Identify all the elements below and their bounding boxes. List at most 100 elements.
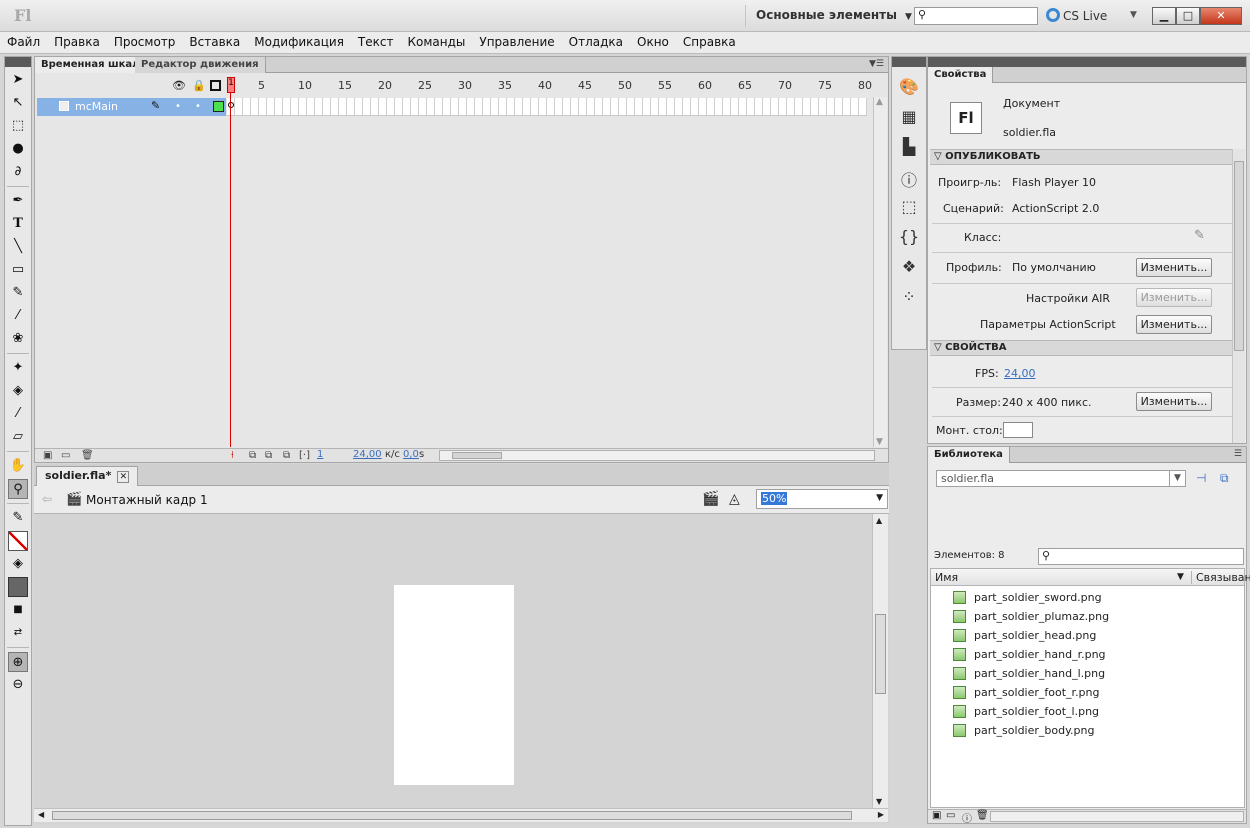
menu-debug[interactable]: Отладка [562, 32, 630, 52]
menu-file[interactable]: Файл [0, 32, 47, 52]
scroll-down-icon[interactable]: ▼ [876, 437, 883, 447]
close-tab-icon[interactable]: ✕ [117, 471, 130, 483]
minimize-button[interactable]: ▁ [1152, 7, 1176, 25]
motion-presets-icon[interactable]: ⁘ [892, 287, 926, 307]
outline-icon[interactable] [210, 80, 221, 91]
layer-name[interactable]: mcMain [75, 100, 118, 113]
chevron-down-icon[interactable]: ▼ [1169, 471, 1185, 486]
column-linkage[interactable]: Связыван [1191, 571, 1250, 584]
scroll-up-icon[interactable]: ▲ [876, 516, 882, 525]
pen-tool-icon[interactable]: ✒ [8, 191, 28, 211]
align-icon[interactable]: ▙ [892, 137, 926, 157]
chevron-down-icon[interactable]: ▼ [876, 493, 883, 503]
scroll-right-icon[interactable]: ▶ [878, 810, 884, 819]
lasso-tool-icon[interactable]: ∂ [8, 162, 28, 182]
stage-horizontal-scrollbar[interactable]: ◀ ▶ [34, 808, 888, 822]
close-button[interactable]: ✕ [1200, 7, 1242, 25]
library-horizontal-scrollbar[interactable] [990, 811, 1244, 822]
edit-scene-icon[interactable]: 🎬 [702, 491, 719, 507]
menu-window[interactable]: Окно [630, 32, 676, 52]
library-item[interactable]: part_soldier_plumaz.png [931, 607, 1244, 626]
eye-icon[interactable]: 👁 [172, 79, 186, 92]
properties-scrollbar[interactable] [1232, 149, 1245, 443]
menu-edit[interactable]: Правка [47, 32, 107, 52]
stage-canvas[interactable] [394, 585, 514, 785]
info-icon[interactable]: ⓘ [892, 167, 926, 190]
panel-menu-icon[interactable]: ☰ [1234, 449, 1242, 459]
workspace-switcher[interactable]: Основные элементы ▼ [745, 5, 922, 27]
tools-panel-header[interactable] [5, 57, 31, 67]
scroll-thumb[interactable] [52, 811, 852, 820]
icon-strip-header[interactable] [892, 57, 926, 67]
properties-panel-header[interactable] [928, 57, 1246, 67]
publish-section-header[interactable]: ▽ ОПУБЛИКОВАТЬ [930, 149, 1232, 165]
fill-color-swatch[interactable] [8, 577, 28, 597]
timeline-horizontal-scrollbar[interactable] [439, 450, 875, 461]
stage-color-swatch[interactable] [1003, 422, 1033, 438]
scroll-left-icon[interactable]: ◀ [38, 810, 44, 819]
transform-icon[interactable]: ⬚ [892, 197, 926, 217]
menu-control[interactable]: Управление [472, 32, 561, 52]
stroke-color-icon[interactable]: ✎ [8, 508, 28, 528]
components-icon[interactable]: ❖ [892, 257, 926, 277]
scroll-down-icon[interactable]: ▼ [876, 797, 882, 806]
edit-size-button[interactable]: Изменить... [1136, 392, 1212, 411]
lock-dot[interactable]: • [195, 101, 201, 112]
zoom-select[interactable]: 50% ▼ [756, 489, 888, 509]
maximize-button[interactable]: □ [1176, 7, 1200, 25]
onion-markers-icon[interactable]: [·] [299, 450, 310, 461]
column-name[interactable]: Имя [935, 571, 958, 584]
hand-tool-icon[interactable]: ✋ [8, 456, 28, 476]
air-settings-button[interactable]: Изменить... [1136, 288, 1212, 307]
color-panel-icon[interactable]: 🎨 [892, 77, 926, 97]
properties-icon[interactable]: ⓘ [962, 810, 972, 825]
stroke-color-swatch[interactable] [8, 531, 28, 551]
timeline-vertical-scrollbar[interactable]: ▲ ▼ [873, 97, 887, 447]
menu-view[interactable]: Просмотр [107, 32, 183, 52]
library-search-input[interactable]: ⚲ [1038, 548, 1244, 565]
library-item[interactable]: part_soldier_head.png [931, 626, 1244, 645]
library-document-select[interactable]: soldier.fla ▼ [936, 470, 1186, 487]
subselection-tool-icon[interactable]: ↖ [8, 93, 28, 113]
edit-class-icon[interactable]: ✎ [1194, 228, 1205, 243]
menu-text[interactable]: Текст [351, 32, 401, 52]
3d-rotation-tool-icon[interactable]: ● [8, 139, 28, 159]
visibility-dot[interactable]: • [175, 101, 181, 112]
swap-colors-icon[interactable]: ⇄ [8, 623, 28, 643]
library-item[interactable]: part_soldier_hand_l.png [931, 664, 1244, 683]
tab-properties[interactable]: Свойства [928, 67, 994, 83]
tab-library[interactable]: Библиотека [928, 447, 1010, 463]
zoom-in-icon[interactable]: ⊕ [8, 652, 28, 672]
new-folder-icon[interactable]: ▭ [61, 450, 70, 461]
selection-tool-icon[interactable]: ➤ [8, 70, 28, 90]
layer-outline-color[interactable] [213, 101, 224, 112]
new-layer-icon[interactable]: ▣ [43, 450, 52, 461]
free-transform-tool-icon[interactable]: ⬚ [8, 116, 28, 136]
layer-row[interactable]: mcMain ✎ • • [37, 98, 226, 116]
rectangle-tool-icon[interactable]: ▭ [8, 260, 28, 280]
edit-symbols-icon[interactable]: ◬ [729, 491, 740, 507]
menu-help[interactable]: Справка [676, 32, 743, 52]
document-tab[interactable]: soldier.fla* ✕ [36, 466, 139, 486]
library-item[interactable]: part_soldier_hand_r.png [931, 645, 1244, 664]
fill-color-icon[interactable]: ◈ [8, 554, 28, 574]
playhead[interactable]: 1 [227, 77, 235, 447]
library-item[interactable]: part_soldier_foot_l.png [931, 702, 1244, 721]
tab-motion-editor[interactable]: Редактор движения [135, 57, 266, 73]
library-item[interactable]: part_soldier_foot_r.png [931, 683, 1244, 702]
back-arrow-icon[interactable]: ⇦ [42, 492, 52, 506]
deco-tool-icon[interactable]: ❀ [8, 329, 28, 349]
properties-section-header[interactable]: ▽ СВОЙСТВА [930, 340, 1232, 356]
eraser-tool-icon[interactable]: ▱ [8, 427, 28, 447]
scroll-thumb[interactable] [1234, 161, 1244, 351]
cs-live-button[interactable]: CS Live [1046, 8, 1107, 23]
menu-modify[interactable]: Модификация [247, 32, 351, 52]
stage-vertical-scrollbar[interactable]: ▲ ▼ [872, 514, 888, 808]
edit-multiple-frames-icon[interactable]: ⧉ [283, 450, 290, 461]
lock-icon[interactable]: 🔒 [192, 79, 206, 92]
library-item[interactable]: part_soldier_body.png [931, 721, 1244, 740]
black-white-icon[interactable]: ■ [8, 600, 28, 620]
pin-library-icon[interactable]: ⊣ [1196, 471, 1206, 485]
frame-rate[interactable]: 24,00 [353, 449, 382, 460]
actions-icon[interactable]: {} [892, 227, 926, 247]
